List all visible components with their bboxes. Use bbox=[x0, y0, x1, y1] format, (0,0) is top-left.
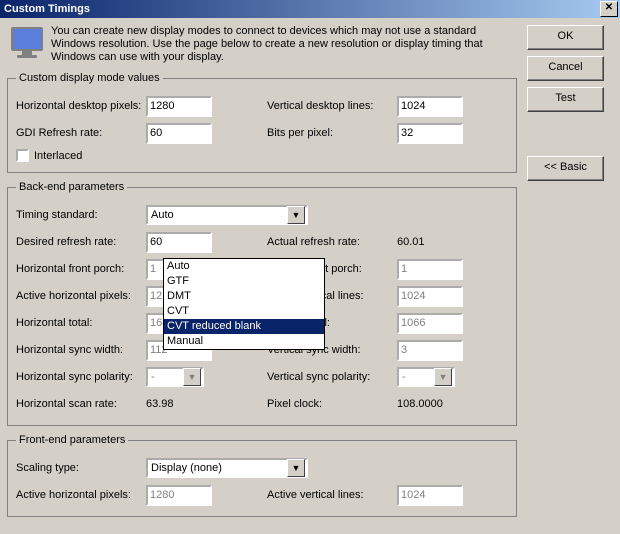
group-back-end-label: Back-end parameters bbox=[16, 181, 127, 193]
input-h-desktop-pixels[interactable] bbox=[146, 96, 212, 117]
chevron-down-icon: ▼ bbox=[434, 368, 452, 386]
basic-button[interactable]: << Basic bbox=[527, 156, 604, 181]
input-v-total bbox=[397, 313, 463, 334]
timing-option-gtf[interactable]: GTF bbox=[164, 274, 324, 289]
timing-option-cvt[interactable]: CVT bbox=[164, 304, 324, 319]
test-button[interactable]: Test bbox=[527, 87, 604, 112]
value-pixel-clock: 108.0000 bbox=[397, 398, 508, 410]
value-h-scan-rate: 63.98 bbox=[146, 398, 257, 410]
window-title: Custom Timings bbox=[4, 0, 90, 18]
label-interlaced: Interlaced bbox=[34, 150, 82, 162]
description-text: You can create new display modes to conn… bbox=[51, 25, 517, 64]
timing-option-auto[interactable]: Auto bbox=[164, 259, 324, 274]
input-fe-active-h bbox=[146, 485, 212, 506]
select-v-sync-pol-value: - bbox=[402, 371, 406, 383]
label-actual-refresh: Actual refresh rate: bbox=[267, 236, 397, 248]
label-desired-refresh: Desired refresh rate: bbox=[16, 236, 146, 248]
select-v-sync-pol: - ▼ bbox=[397, 367, 455, 387]
timing-standard-dropdown[interactable]: Auto GTF DMT CVT CVT reduced blank Manua… bbox=[163, 258, 325, 350]
label-h-total: Horizontal total: bbox=[16, 317, 146, 329]
timing-option-cvt-reduced[interactable]: CVT reduced blank bbox=[164, 319, 324, 334]
select-scaling-type[interactable]: Display (none) ▼ bbox=[146, 458, 308, 478]
label-fe-active-v: Active vertical lines: bbox=[267, 489, 397, 501]
group-custom-values-label: Custom display mode values bbox=[16, 72, 163, 84]
checkbox-interlaced[interactable]: Interlaced bbox=[16, 149, 508, 162]
label-bits-per-pixel: Bits per pixel: bbox=[267, 127, 397, 139]
label-h-front-porch: Horizontal front porch: bbox=[16, 263, 146, 275]
ok-button[interactable]: OK bbox=[527, 25, 604, 50]
input-desired-refresh[interactable] bbox=[146, 232, 212, 253]
group-front-end: Front-end parameters Scaling type: Displ… bbox=[7, 434, 517, 517]
input-fe-active-v bbox=[397, 485, 463, 506]
select-h-sync-pol: - ▼ bbox=[146, 367, 204, 387]
label-timing-standard: Timing standard: bbox=[16, 209, 146, 221]
custom-timings-dialog: Custom Timings ✕ You can create new disp… bbox=[0, 0, 620, 534]
group-custom-values: Custom display mode values Horizontal de… bbox=[7, 72, 517, 173]
label-scaling-type: Scaling type: bbox=[16, 462, 146, 474]
input-v-desktop-lines[interactable] bbox=[397, 96, 463, 117]
input-v-sync-width bbox=[397, 340, 463, 361]
label-active-h-pixels: Active horizontal pixels: bbox=[16, 290, 146, 302]
value-actual-refresh: 60.01 bbox=[397, 236, 508, 248]
input-gdi-refresh[interactable] bbox=[146, 123, 212, 144]
monitor-icon bbox=[11, 27, 43, 59]
chevron-down-icon: ▼ bbox=[287, 459, 305, 477]
label-pixel-clock: Pixel clock: bbox=[267, 398, 397, 410]
input-bits-per-pixel[interactable] bbox=[397, 123, 463, 144]
select-timing-standard[interactable]: Auto ▼ bbox=[146, 205, 308, 225]
checkbox-box-icon bbox=[16, 149, 29, 162]
chevron-down-icon: ▼ bbox=[183, 368, 201, 386]
chevron-down-icon: ▼ bbox=[287, 206, 305, 224]
group-front-end-label: Front-end parameters bbox=[16, 434, 128, 446]
label-fe-active-h: Active horizontal pixels: bbox=[16, 489, 146, 501]
select-h-sync-pol-value: - bbox=[151, 371, 155, 383]
input-v-front-porch bbox=[397, 259, 463, 280]
input-active-v-lines bbox=[397, 286, 463, 307]
close-button[interactable]: ✕ bbox=[600, 1, 618, 17]
label-h-sync-pol: Horizontal sync polarity: bbox=[16, 371, 146, 383]
label-v-sync-pol: Vertical sync polarity: bbox=[267, 371, 397, 383]
label-h-sync-width: Horizontal sync width: bbox=[16, 344, 146, 356]
timing-option-manual[interactable]: Manual bbox=[164, 334, 324, 349]
select-timing-standard-value: Auto bbox=[151, 209, 174, 221]
label-v-desktop-lines: Vertical desktop lines: bbox=[267, 100, 397, 112]
close-icon: ✕ bbox=[605, 2, 613, 13]
label-h-scan-rate: Horizontal scan rate: bbox=[16, 398, 146, 410]
timing-option-dmt[interactable]: DMT bbox=[164, 289, 324, 304]
title-bar: Custom Timings ✕ bbox=[0, 0, 620, 18]
label-gdi-refresh: GDI Refresh rate: bbox=[16, 127, 146, 139]
cancel-button[interactable]: Cancel bbox=[527, 56, 604, 81]
select-scaling-type-value: Display (none) bbox=[151, 462, 222, 474]
label-h-desktop-pixels: Horizontal desktop pixels: bbox=[16, 100, 146, 112]
